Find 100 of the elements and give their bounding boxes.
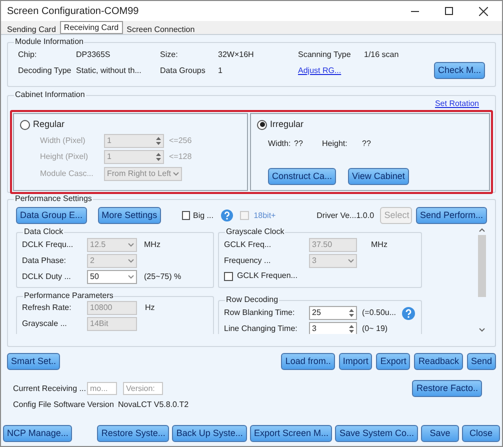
- label: 18bit+: [254, 210, 277, 222]
- footer-button[interactable]: Restore Syste...: [97, 425, 170, 442]
- group-title: Performance Parameters: [23, 291, 114, 301]
- spinner-arrows-icon[interactable]: [349, 324, 354, 334]
- footer-button[interactable]: Back Up Syste...: [172, 425, 247, 442]
- tab[interactable]: Sending Card: [3, 23, 60, 34]
- label: MHz: [371, 239, 388, 251]
- group-title: Module Information: [14, 37, 84, 47]
- label: Module Casc...: [40, 168, 94, 180]
- label: DCLK Frequ...: [22, 239, 74, 251]
- label: GCLK Frequen...: [237, 270, 298, 282]
- restore-factory-button[interactable]: Restore Facto..: [412, 380, 482, 397]
- scrollbar[interactable]: [477, 228, 487, 334]
- chevron-down-icon: [128, 275, 134, 279]
- label: DCLK Duty ...: [22, 271, 72, 283]
- footer-button[interactable]: Save System Co...: [335, 425, 418, 442]
- adjust-link[interactable]: Adjust RG...: [298, 64, 368, 76]
- tab[interactable]: Receiving Card: [60, 21, 123, 34]
- label: Scanning Type: [298, 50, 352, 60]
- label: Big ...: [193, 210, 214, 222]
- label: Hz: [145, 302, 155, 314]
- checkbox[interactable]: [182, 211, 190, 220]
- label: 32W×16H: [218, 50, 255, 60]
- label: Line Changing Time:: [224, 323, 298, 334]
- action-button[interactable]: Readback: [414, 353, 463, 370]
- window-title: Screen Configuration-COM99: [7, 4, 140, 18]
- label: GCLK Freq...: [224, 239, 272, 251]
- spinner-arrows-icon[interactable]: [156, 152, 161, 162]
- label: (=0.50u...: [362, 307, 398, 319]
- group-title: Data Clock: [23, 228, 64, 237]
- label: 1: [218, 64, 224, 76]
- number-field[interactable]: 25: [309, 306, 357, 320]
- chevron-down-icon: [128, 243, 134, 247]
- label: Width (Pixel): [40, 134, 86, 146]
- label: Width:: [268, 138, 292, 150]
- label: Static, without th...: [76, 64, 142, 76]
- more-settings-button[interactable]: More Settings: [98, 207, 162, 224]
- action-button[interactable]: Import: [338, 353, 372, 370]
- dropdown[interactable]: 50: [87, 270, 137, 284]
- smart-settings-button[interactable]: Smart Set..: [7, 353, 60, 370]
- label: Current Receiving ...: [13, 382, 87, 394]
- label: <=128: [169, 150, 192, 162]
- set-rotation-link[interactable]: Set Rotation: [434, 98, 479, 110]
- scroll-down-icon[interactable]: [479, 328, 485, 332]
- ncp-manage-button[interactable]: NCP Manage...: [3, 425, 72, 442]
- chevron-down-icon: [128, 259, 134, 263]
- cabinet-button[interactable]: Construct Ca...: [268, 168, 336, 184]
- label: Grayscale ...: [22, 318, 68, 330]
- chevron-down-icon: [348, 259, 354, 263]
- label: (25~75) %: [144, 271, 182, 283]
- checkbox[interactable]: [224, 272, 233, 280]
- group-title: Grayscale Clock: [225, 228, 286, 237]
- label: ??: [294, 138, 304, 150]
- chevron-down-icon: [173, 172, 179, 176]
- label: Frequency ...: [224, 255, 272, 267]
- data-group-button[interactable]: Data Group E...: [16, 207, 87, 224]
- label: Data Groups: [160, 64, 206, 76]
- label: Driver Ve...: [316, 210, 356, 222]
- label: Irregular: [270, 118, 304, 131]
- label: Chip:: [18, 50, 38, 60]
- group-title: Performance Settings: [14, 194, 93, 204]
- label: Data Phase:: [22, 255, 68, 267]
- maximize-icon[interactable]: [445, 7, 453, 15]
- action-button[interactable]: Send: [466, 353, 496, 370]
- label: Row Blanking Time:: [224, 307, 296, 319]
- cabinet-button[interactable]: View Cabinet: [348, 168, 409, 184]
- footer-button[interactable]: Save: [421, 425, 459, 442]
- label: Refresh Rate:: [22, 302, 72, 314]
- number-field[interactable]: 3: [309, 322, 357, 334]
- label: (0~ 19): [362, 323, 389, 334]
- label: Config File Software Version: [13, 399, 115, 411]
- label: DP3365S: [76, 50, 112, 60]
- action-button[interactable]: Export: [376, 353, 410, 370]
- footer-button[interactable]: Close: [462, 425, 500, 442]
- label: Decoding Type: [18, 64, 72, 76]
- tab[interactable]: Screen Connection: [122, 23, 199, 34]
- label: NovaLCT V5.8.0.T2: [118, 399, 189, 411]
- spinner-arrows-icon[interactable]: [156, 136, 161, 146]
- radio-button[interactable]: [20, 120, 30, 130]
- minimize-icon[interactable]: [411, 10, 419, 12]
- label: <=256: [169, 134, 192, 146]
- help-icon[interactable]: [402, 306, 415, 320]
- group-title: Row Decoding: [225, 295, 280, 305]
- label: 1.0.0: [356, 210, 376, 222]
- send-performance-button[interactable]: Send Perform...: [416, 207, 488, 224]
- label: ??: [362, 138, 371, 150]
- label: MHz: [144, 239, 160, 251]
- spinner-arrows-icon[interactable]: [349, 308, 354, 318]
- radio-button[interactable]: [257, 120, 267, 130]
- group-title: Cabinet Information: [14, 90, 86, 100]
- scroll-up-icon[interactable]: [479, 228, 485, 232]
- check-button[interactable]: Check M...: [434, 62, 485, 79]
- footer-button[interactable]: Export Screen M...: [250, 425, 332, 442]
- label: Size:: [160, 50, 179, 60]
- label: Regular: [33, 118, 65, 131]
- label: Height (Pixel): [40, 150, 90, 162]
- close-icon[interactable]: [479, 6, 488, 16]
- label: Height:: [322, 138, 348, 150]
- action-button[interactable]: Load from..: [281, 353, 335, 370]
- help-icon[interactable]: [220, 209, 233, 222]
